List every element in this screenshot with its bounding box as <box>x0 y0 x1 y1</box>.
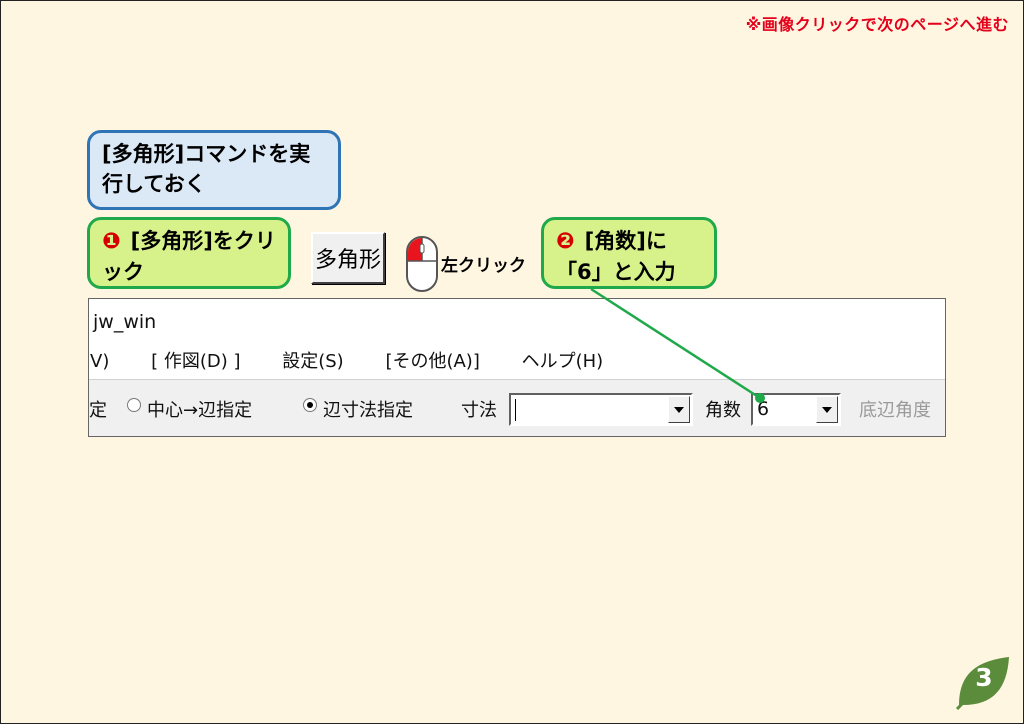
text-cursor <box>515 399 516 421</box>
step-1-number: ❶ <box>102 229 121 254</box>
dimension-combobox[interactable] <box>509 393 693 426</box>
corners-combobox[interactable]: 6 <box>751 393 841 426</box>
callout-prerequisite-text: [多角形]コマンドを実行しておく <box>102 142 311 196</box>
side-mode-label[interactable]: 辺寸法指定 <box>323 396 413 422</box>
dimension-label: 寸法 <box>461 400 497 421</box>
step-1-text: [多角形]をクリック <box>102 229 276 284</box>
left-click-label: 左クリック <box>441 256 526 276</box>
menu-display[interactable]: 示(V) <box>89 345 133 378</box>
step-2-number: ❷ <box>556 229 575 254</box>
polygon-tool-button[interactable]: 多角形 <box>311 232 385 284</box>
next-page-notice[interactable]: ※画像クリックで次のページへ進む <box>746 11 1009 35</box>
menu-other[interactable]: [その他(A)] <box>385 345 503 378</box>
cut-label: 定 <box>89 400 107 421</box>
callout-prerequisite: [多角形]コマンドを実行しておく <box>87 130 341 210</box>
menu-settings[interactable]: 設定(S) <box>282 345 367 378</box>
menu-draw[interactable]: [ 作図(D) ] <box>151 345 264 378</box>
center-mode-label[interactable]: 中心→辺指定 <box>147 396 252 422</box>
corners-dropdown-button[interactable] <box>816 396 838 423</box>
mouse-left-click-icon <box>406 236 438 292</box>
polygon-options-toolbar: 定 中心→辺指定 辺寸法指定 寸法 角数 6 底辺角度 <box>89 379 945 436</box>
window-titlebar: jw_win <box>93 311 157 333</box>
menu-help[interactable]: ヘルプ(H) <box>522 345 628 378</box>
slide[interactable]: ※画像クリックで次のページへ進む [多角形]コマンドを実行しておく ❶ [多角形]… <box>0 0 1024 724</box>
center-mode-radio[interactable] <box>127 398 141 412</box>
chevron-down-icon <box>674 406 684 413</box>
chevron-down-icon <box>822 406 832 413</box>
callout-step-1: ❶ [多角形]をクリック <box>87 217 291 289</box>
side-mode-radio[interactable] <box>303 398 317 412</box>
menu-bar: 示(V) [ 作図(D) ] 設定(S) [その他(A)] ヘルプ(H) <box>89 345 945 378</box>
page-number: 3 <box>975 663 993 692</box>
corners-value: 6 <box>757 398 770 420</box>
callout-step-2: ❷ [角数]に「6」と入力 <box>541 217 717 289</box>
dimension-dropdown-button[interactable] <box>668 396 690 423</box>
corners-label: 角数 <box>705 400 741 421</box>
jw-win-window: jw_win 示(V) [ 作図(D) ] 設定(S) [その他(A)] ヘルプ… <box>88 298 946 437</box>
base-angle-label: 底辺角度 <box>859 400 931 421</box>
